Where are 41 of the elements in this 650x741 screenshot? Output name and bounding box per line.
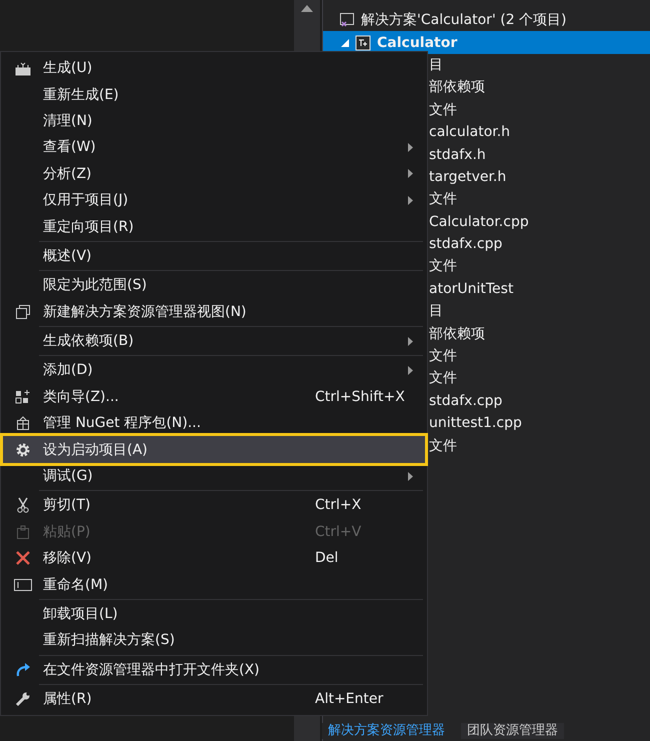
settings-icon [15,442,31,458]
tree-item[interactable]: Calculator [323,31,650,54]
menu-item[interactable]: 在文件资源管理器中打开文件夹(X) [3,656,425,683]
menu-item[interactable]: 生成(U) [3,55,425,82]
menu-item[interactable]: 重新生成(E) [3,81,425,108]
scroll-up-icon[interactable] [301,5,313,12]
menu-item[interactable]: 添加(D) [3,357,425,384]
menu-item[interactable]: 清理(N) [3,108,425,134]
menu-item[interactable]: 重定向项目(R) [3,213,425,240]
menu-item[interactable]: 生成依赖项(B) [3,328,425,354]
project-icon [355,34,371,51]
solution-icon [339,12,355,28]
panel-tab[interactable]: 团队资源管理器 [461,723,564,739]
menu-item[interactable]: 查看(W) [3,134,425,161]
menu-item[interactable]: 仅用于项目(J) [3,186,425,214]
menu-item[interactable]: 设为启动项目(A) [3,436,425,463]
rename-icon [14,578,32,591]
expand-icon[interactable] [341,38,349,47]
delete-icon [15,550,31,566]
menu-item[interactable]: 剪切(T) Ctrl+X [3,492,425,519]
menu-item[interactable]: 移除(V) Del [3,545,425,572]
menu-item[interactable]: 限定为此范围(S) [3,272,425,299]
menu-item[interactable]: 卸载项目(L) [3,600,425,628]
package-icon [15,415,31,432]
wrench-icon [15,691,31,708]
grid-icon [15,388,31,405]
menu-item[interactable]: 类向导(Z)... Ctrl+Shift+X [3,384,425,410]
menu-item[interactable]: 管理 NuGet 程序包(N)... [3,410,425,436]
menu-item[interactable]: 概述(V) [3,242,425,270]
build-icon [15,60,31,76]
cut-icon [15,497,31,514]
redo-icon [15,662,31,678]
menu-item[interactable]: 调试(G) [3,462,425,490]
menu-item[interactable]: 重命名(M) [3,571,425,598]
menu-item[interactable]: 分析(Z) [3,160,425,187]
menu-item[interactable]: 属性(R) Alt+Enter [3,686,425,712]
menu-item[interactable]: 新建解决方案资源管理器视图(N) [3,298,425,325]
tree-item[interactable]: 解决方案'Calculator' (2 个项目) [323,9,650,32]
clipboard-icon [15,524,31,540]
windows-icon [15,304,31,320]
menu-item[interactable]: 重新扫描解决方案(S) [3,627,425,654]
